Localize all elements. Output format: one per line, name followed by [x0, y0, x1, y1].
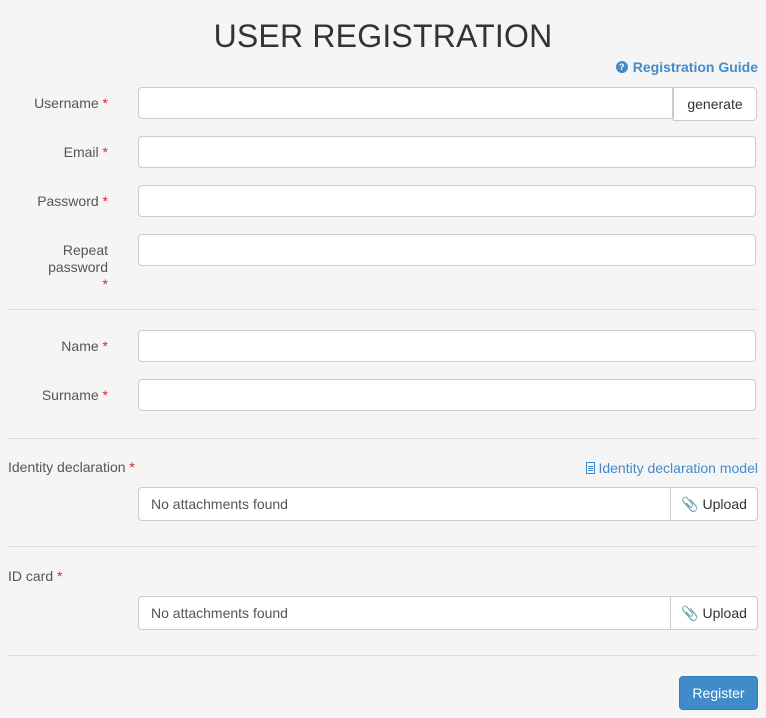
- id-card-label-text: ID card: [8, 568, 54, 584]
- identity-declaration-attachments-field: No attachments found: [138, 487, 670, 521]
- id-card-attachments-field: No attachments found: [138, 596, 670, 630]
- name-label: Name *: [0, 338, 108, 354]
- password-label-text: Password: [37, 193, 99, 209]
- name-input[interactable]: [138, 330, 756, 362]
- required-marker: *: [102, 95, 108, 111]
- surname-label: Surname *: [0, 387, 108, 403]
- section-divider: [8, 309, 758, 310]
- registration-guide-link[interactable]: ? Registration Guide: [615, 59, 758, 75]
- repeat-password-label: Repeat password *: [0, 242, 108, 293]
- section-divider: [8, 655, 758, 656]
- registration-guide-label: Registration Guide: [632, 59, 758, 75]
- upload-label: Upload: [702, 496, 747, 512]
- password-label: Password *: [0, 193, 108, 209]
- page-title: USER REGISTRATION: [213, 18, 553, 54]
- required-marker: *: [102, 338, 108, 354]
- surname-input[interactable]: [138, 379, 756, 411]
- identity-declaration-label-text: Identity declaration: [8, 459, 126, 475]
- required-marker: *: [129, 459, 135, 475]
- identity-declaration-label: Identity declaration *: [8, 459, 135, 475]
- id-card-upload-button[interactable]: 📎 Upload: [670, 596, 758, 630]
- identity-declaration-model-label: Identity declaration model: [598, 460, 758, 476]
- identity-declaration-upload-button[interactable]: 📎 Upload: [670, 487, 758, 521]
- id-card-label: ID card *: [8, 568, 62, 584]
- paperclip-icon: 📎: [681, 495, 699, 512]
- repeat-password-input[interactable]: [138, 234, 756, 266]
- id-card-attachment: No attachments found 📎 Upload: [138, 596, 758, 630]
- required-marker: *: [102, 193, 108, 209]
- name-label-text: Name: [61, 338, 99, 354]
- repeat-password-label-text: Repeat password: [48, 242, 108, 275]
- upload-label: Upload: [702, 605, 747, 621]
- username-label: Username *: [0, 95, 108, 111]
- paperclip-icon: 📎: [681, 604, 699, 621]
- username-input[interactable]: [138, 87, 673, 119]
- identity-declaration-attachment: No attachments found 📎 Upload: [138, 487, 758, 521]
- identity-declaration-model-link[interactable]: Identity declaration model: [586, 460, 758, 476]
- section-divider: [8, 438, 758, 439]
- required-marker: *: [102, 276, 108, 292]
- required-marker: *: [102, 387, 108, 403]
- email-label: Email *: [0, 144, 108, 160]
- email-input[interactable]: [138, 136, 756, 168]
- generate-username-button[interactable]: generate: [673, 87, 757, 121]
- question-circle-icon: ?: [615, 61, 628, 73]
- password-input[interactable]: [138, 185, 756, 217]
- register-button[interactable]: Register: [679, 676, 758, 710]
- section-divider: [8, 546, 758, 547]
- document-icon: [586, 462, 596, 474]
- username-label-text: Username: [34, 95, 99, 111]
- surname-label-text: Surname: [41, 387, 99, 403]
- email-label-text: Email: [63, 144, 99, 160]
- required-marker: *: [102, 144, 108, 160]
- required-marker: *: [57, 568, 63, 584]
